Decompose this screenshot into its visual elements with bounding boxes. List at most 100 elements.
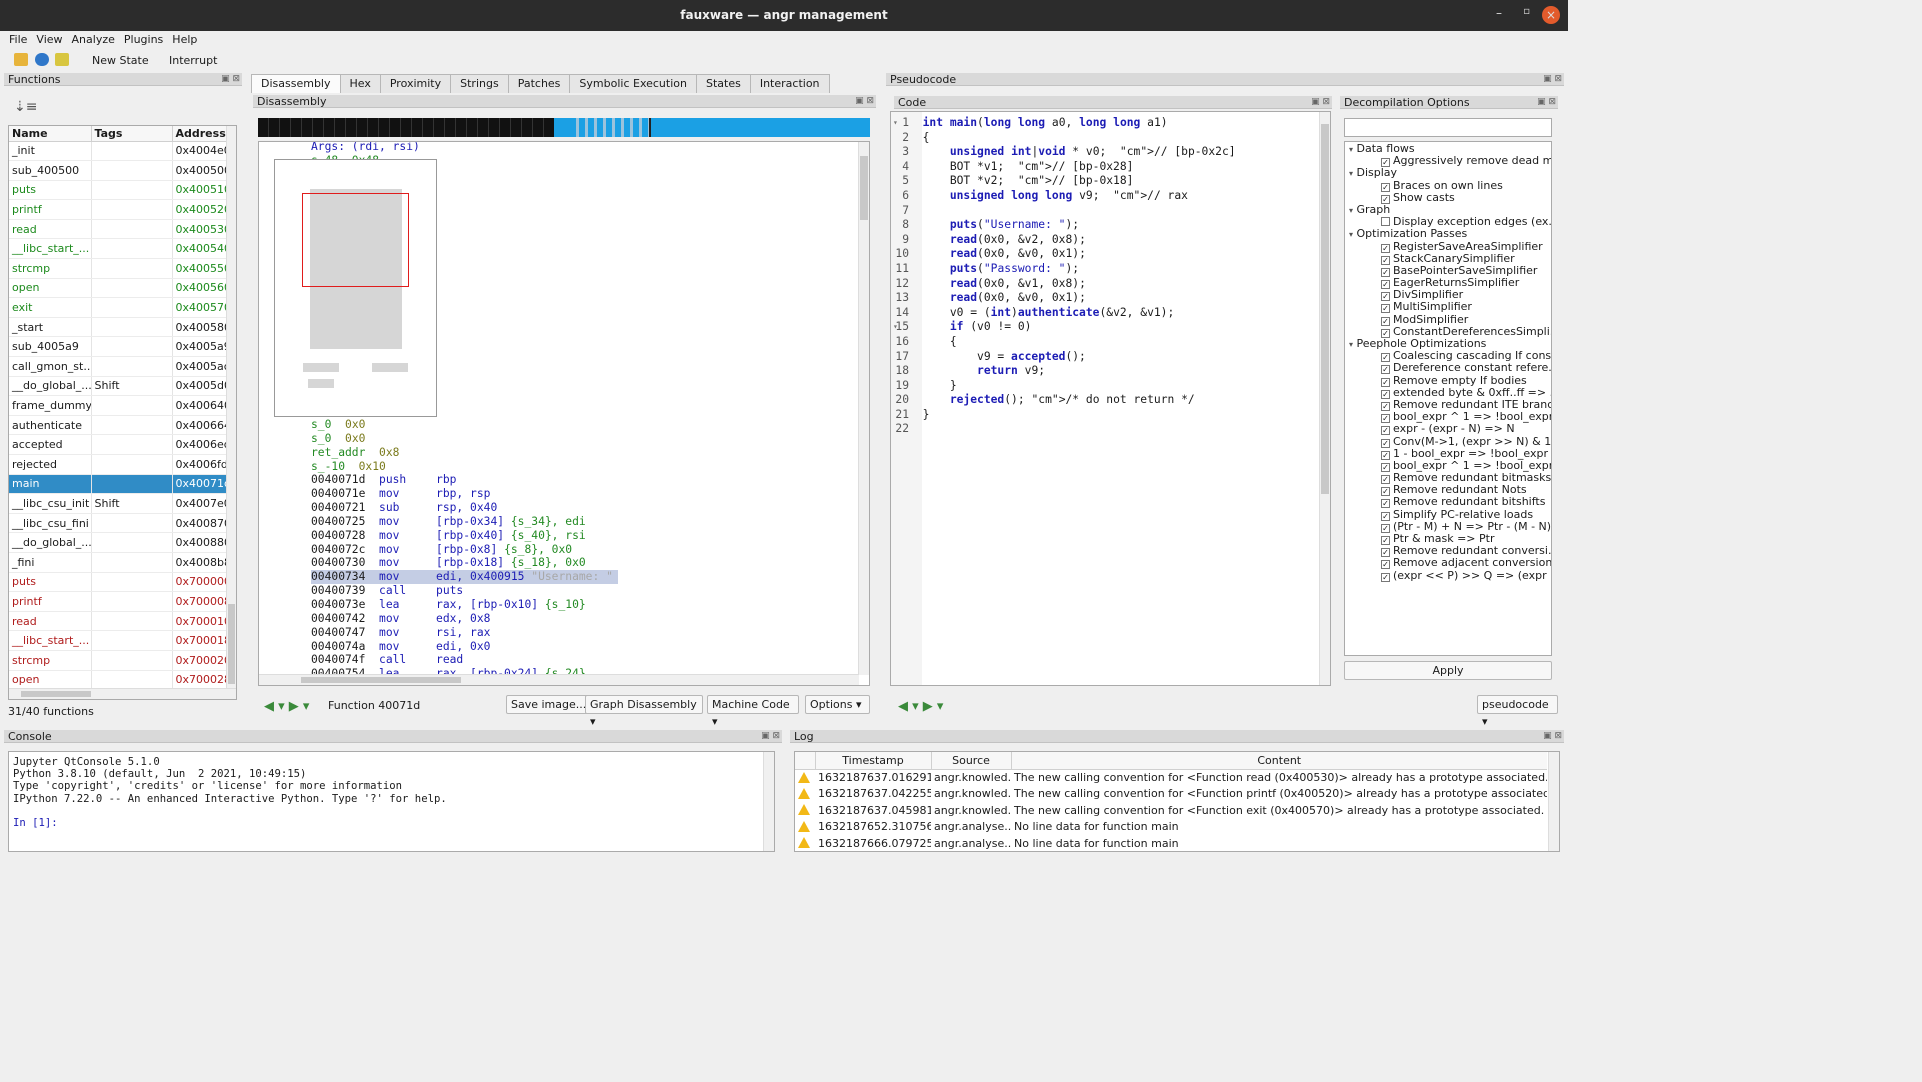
maximize-icon[interactable]: ▫ [1523, 6, 1530, 17]
save-image-button[interactable]: Save image... [506, 695, 592, 714]
option-checkbox[interactable]: ✓ Braces on own lines [1349, 180, 1551, 192]
log-row[interactable]: 1632187666.0797257 angr.analyse... No line… [795, 835, 1547, 851]
code-line[interactable]: 3 unsigned int|void * v0; "cm">// [bp-0x… [891, 145, 1235, 160]
log-col-timestamp[interactable]: Timestamp [815, 752, 932, 770]
log-col-content[interactable]: Content [1011, 752, 1547, 770]
close-icon[interactable]: × [1542, 6, 1560, 24]
open-folder-icon[interactable] [14, 53, 28, 66]
instruction-line[interactable]: 00400734 mov edi, 0x400915 "Username: " [311, 570, 618, 585]
instruction-line[interactable]: 0040074a mov edi, 0x0 [311, 640, 618, 654]
option-checkbox[interactable]: ✓ Show casts [1349, 192, 1551, 204]
option-checkbox[interactable]: ✓ DivSimplifier [1349, 289, 1551, 302]
function-row[interactable]: __libc_start_... 0x700018 [9, 630, 229, 651]
option-checkbox[interactable]: ✓ Simplify PC-relative loads [1349, 509, 1551, 521]
option-checkbox[interactable]: ✓ Remove redundant conversi... [1349, 545, 1551, 558]
tab-patches[interactable]: Patches [507, 74, 571, 93]
menu-file[interactable]: File [9, 33, 27, 46]
code-line[interactable]: 12 read(0x0, &v1, 0x8); [891, 277, 1236, 292]
option-group[interactable]: ▾ Data flows [1349, 143, 1551, 155]
option-checkbox[interactable]: ✓ Remove adjacent conversions [1349, 557, 1551, 570]
col-name[interactable]: Name [9, 126, 92, 142]
option-checkbox[interactable]: Display exception edges (ex... [1349, 216, 1551, 228]
log-row[interactable]: 1632187637.045981 angr.knowled... The new … [795, 802, 1547, 819]
code-line[interactable]: 7 [891, 204, 1236, 219]
code-line[interactable]: 20 rejected(); "cm">/* do not return */ [891, 393, 1236, 408]
option-group[interactable]: ▾ Display [1349, 167, 1551, 179]
col-tags[interactable]: Tags [91, 126, 173, 142]
function-row[interactable]: authenticate 0x400664 [9, 415, 229, 436]
function-row[interactable]: __libc_start_... 0x400540 [9, 238, 229, 260]
instruction-line[interactable]: 00400728 mov [rbp-0x40] {s_40}, rsi [311, 529, 618, 543]
instruction-line[interactable]: 00400742 mov edx, 0x8 [311, 612, 618, 626]
instruction-line[interactable]: 00400725 mov [rbp-0x34] {s_34}, edi [311, 515, 618, 529]
option-checkbox[interactable]: ✓ BasePointerSaveSimplifier [1349, 265, 1551, 277]
function-row[interactable]: puts 0x700000 [9, 572, 229, 593]
code-line[interactable]: 2 { [891, 131, 1236, 146]
code-line[interactable]: 14 v0 = (int)authenticate(&v2, &v1); [891, 306, 1236, 321]
new-state-button[interactable]: New State [92, 54, 149, 67]
code-line[interactable]: 4 BOT *v1; "cm">// [bp-0x28] [891, 160, 1236, 175]
menu-plugins[interactable]: Plugins [124, 33, 163, 46]
option-group[interactable]: ▾ Peephole Optimizations [1349, 338, 1551, 350]
function-row[interactable]: printf 0x400520 [9, 199, 229, 220]
log-scrollbar[interactable] [1548, 752, 1559, 851]
instruction-line[interactable]: 0040072c mov [rbp-0x8] {s_8}, 0x0 [311, 543, 618, 557]
option-checkbox[interactable]: ✓ ModSimplifier [1349, 314, 1551, 326]
instruction-line[interactable]: 0040074f call read [311, 653, 618, 667]
code-line[interactable]: 13 read(0x0, &v0, 0x1); [891, 291, 1236, 306]
instruction-line[interactable]: 0040071d push rbp [311, 473, 618, 487]
function-row[interactable]: exit 0x400570 [9, 297, 229, 318]
log-row[interactable]: 1632187652.3107567 angr.analyse... No line… [795, 819, 1547, 836]
options-search-input[interactable] [1344, 118, 1552, 137]
option-checkbox[interactable]: ✓ Remove redundant bitmasks [1349, 472, 1551, 485]
log-col-source[interactable]: Source [931, 752, 1012, 770]
reload-icon[interactable] [35, 53, 49, 66]
code-line[interactable]: 17 v9 = accepted(); [891, 350, 1236, 365]
option-checkbox[interactable]: ✓ StackCanarySimplifier [1349, 253, 1551, 265]
menu-help[interactable]: Help [172, 33, 197, 46]
pseudocode-mode-dropdown[interactable]: pseudocode ▾ [1477, 695, 1558, 728]
option-checkbox[interactable]: ✓ bool_expr ^ 1 => !bool_expr... [1349, 411, 1551, 424]
option-checkbox[interactable]: ✓ Remove redundant ITE branc... [1349, 399, 1551, 411]
code-line[interactable]: 22 [891, 422, 1236, 437]
option-checkbox[interactable]: ✓ bool_expr ^ 1 => !bool_expr... [1349, 460, 1551, 472]
instruction-line[interactable]: 0040071e mov rbp, rsp [311, 487, 618, 501]
option-group[interactable]: ▾ Optimization Passes [1349, 228, 1551, 240]
instruction-line[interactable]: 0040073e lea rax, [rbp-0x10] {s_10} [311, 598, 618, 612]
option-checkbox[interactable]: ✓ expr - (expr - N) => N [1349, 423, 1551, 436]
code-line[interactable]: 10 read(0x0, &v0, 0x1); [891, 247, 1236, 262]
option-checkbox[interactable]: ✓ extended byte & 0xff..ff => ... [1349, 387, 1551, 399]
function-row[interactable]: strcmp 0x400550 [9, 258, 229, 279]
graph-minimap[interactable] [274, 159, 437, 417]
console-output[interactable]: Jupyter QtConsole 5.1.0 Python 3.8.10 (de… [8, 751, 775, 852]
apply-button[interactable]: Apply [1344, 661, 1552, 680]
tab-strings[interactable]: Strings [450, 74, 509, 93]
option-checkbox[interactable]: ✓ ConstantDereferencesSimpli... [1349, 326, 1551, 338]
tab-proximity[interactable]: Proximity [379, 74, 452, 93]
function-row[interactable]: _fini 0x4008b8 [9, 552, 229, 573]
function-row[interactable]: accepted 0x4006ed [9, 434, 229, 455]
log-row[interactable]: 1632187637.0422554 angr.knowled... The new… [795, 786, 1547, 803]
function-row[interactable]: strcmp 0x700020 [9, 650, 229, 671]
option-checkbox[interactable]: ✓ Coalescing cascading If cons... [1349, 350, 1551, 363]
code-scrollbar[interactable] [1319, 112, 1330, 685]
tab-states[interactable]: States [695, 74, 751, 93]
option-checkbox[interactable]: ✓ Conv(M->1, (expr >> N) & 1... [1349, 436, 1551, 448]
code-line[interactable]: 19 } [891, 379, 1236, 394]
tab-hex[interactable]: Hex [339, 74, 381, 93]
function-row[interactable]: call_gmon_st... 0x4005ac [9, 356, 229, 377]
save-icon[interactable] [55, 53, 69, 66]
function-row[interactable]: sub_400500 0x400500 [9, 160, 229, 181]
function-row[interactable]: read 0x400530 [9, 219, 229, 240]
option-checkbox[interactable]: ✓ Remove redundant Nots [1349, 484, 1551, 497]
function-row[interactable]: __libc_csu_init Shift 0x4007e0 [9, 493, 229, 514]
function-row[interactable]: printf 0x700008 [9, 591, 229, 612]
function-row[interactable]: open 0x400560 [9, 278, 229, 299]
log-row[interactable]: 1632187637.0162919 angr.knowled... The new… [795, 769, 1547, 786]
tab-disassembly[interactable]: Disassembly [251, 74, 341, 93]
code-line[interactable]: 1 ▾ int main(long long a0, long long a1) [891, 116, 1236, 131]
function-row[interactable]: open 0x700028 [9, 670, 229, 691]
instruction-line[interactable]: 00400721 sub rsp, 0x40 [311, 501, 618, 515]
option-checkbox[interactable]: ✓ EagerReturnsSimplifier [1349, 277, 1551, 290]
function-row[interactable]: __libc_csu_fini 0x400870 [9, 513, 229, 534]
